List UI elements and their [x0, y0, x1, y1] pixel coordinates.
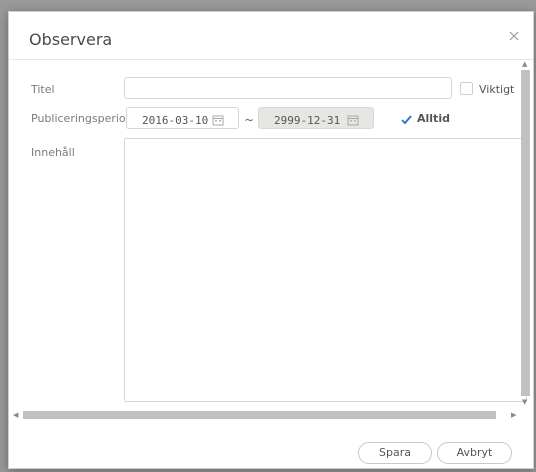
important-checkbox[interactable] — [460, 82, 473, 95]
vertical-scrollbar[interactable]: ▲ ▼ — [520, 58, 531, 408]
calendar-icon — [347, 114, 359, 126]
start-date-field[interactable]: 2016-03-10 — [126, 107, 239, 129]
always-checkbox[interactable] — [400, 111, 413, 125]
end-date-field: 2999-12-31 — [258, 107, 374, 129]
vertical-scroll-thumb[interactable] — [521, 70, 530, 396]
dialog-header: Observera — [9, 12, 533, 60]
cancel-button[interactable]: Avbryt — [437, 442, 512, 464]
content-label: Innehåll — [31, 146, 75, 159]
notice-dialog: Observera Titel Viktigt Publiceringsperi… — [8, 11, 534, 469]
scroll-up-icon[interactable]: ▲ — [522, 60, 527, 68]
checkmark-icon — [401, 115, 412, 125]
scroll-left-icon[interactable]: ◀ — [13, 410, 18, 420]
period-label: Publiceringsperiod — [31, 112, 133, 125]
scroll-right-icon[interactable]: ▶ — [511, 410, 516, 420]
title-label: Titel — [31, 83, 55, 96]
dialog-title: Observera — [29, 30, 113, 49]
important-label: Viktigt — [479, 83, 515, 96]
scroll-down-icon[interactable]: ▼ — [522, 398, 527, 406]
horizontal-scrollbar[interactable]: ◀ ▶ — [11, 410, 521, 420]
start-date-value: 2016-03-10 — [142, 114, 209, 127]
content-textarea[interactable] — [124, 138, 527, 402]
save-button[interactable]: Spara — [358, 442, 432, 464]
always-label: Alltid — [417, 112, 450, 125]
calendar-icon[interactable] — [212, 114, 224, 126]
date-separator: ~ — [244, 113, 255, 127]
horizontal-scroll-thumb[interactable] — [23, 411, 496, 419]
close-icon[interactable] — [507, 29, 523, 45]
title-input[interactable] — [124, 77, 452, 99]
end-date-value: 2999-12-31 — [274, 114, 341, 127]
